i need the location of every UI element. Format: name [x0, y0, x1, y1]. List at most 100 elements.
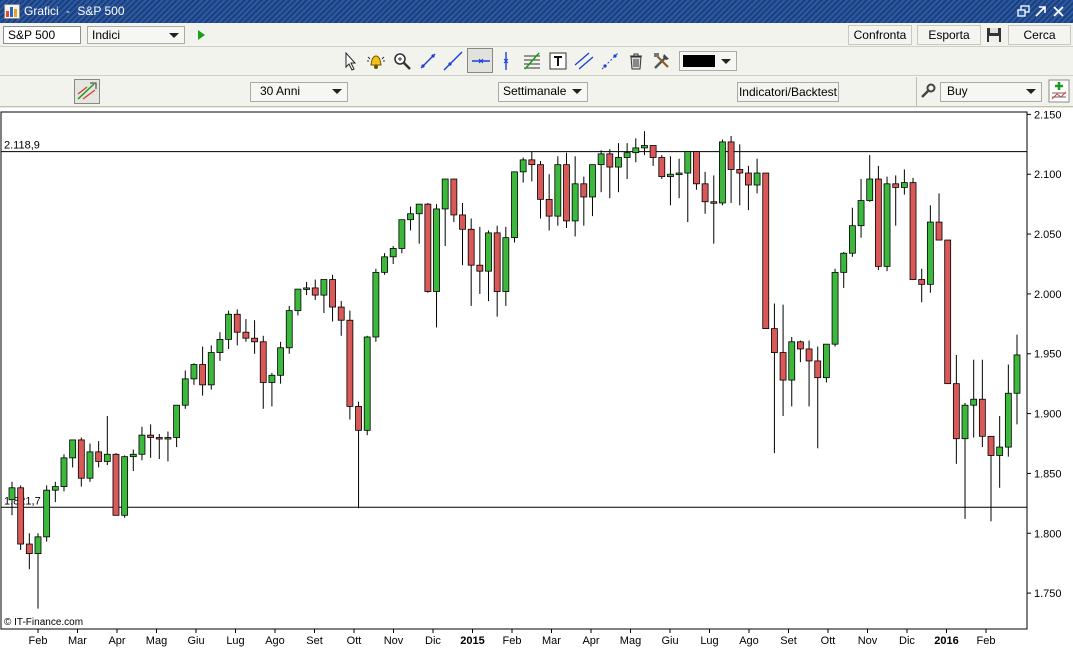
candle-body — [502, 237, 510, 292]
tools-settings-icon[interactable] — [651, 50, 673, 72]
x-tick-label: Nov — [384, 635, 404, 647]
candle-body — [970, 398, 978, 406]
drawing-toolbar — [0, 47, 1073, 76]
candle-body — [537, 164, 544, 200]
candle-body — [476, 264, 484, 272]
candle-body — [710, 201, 718, 204]
alert-bell-icon[interactable] — [365, 50, 387, 72]
candle-body — [961, 404, 969, 440]
candle-body — [797, 341, 804, 350]
candle-body — [459, 214, 466, 230]
candle-body — [164, 437, 172, 440]
candle-body — [294, 288, 302, 312]
candle-body — [77, 439, 85, 479]
x-tick-label: Giu — [661, 635, 678, 647]
indicators-button[interactable]: Indicatori/Backtest — [737, 82, 839, 102]
zoom-icon[interactable] — [391, 50, 413, 72]
candle-body — [467, 228, 475, 266]
candle-body — [363, 336, 371, 431]
restore-icon[interactable] — [1016, 4, 1031, 19]
candle-body — [441, 178, 449, 210]
trendline-icon[interactable] — [417, 50, 439, 72]
chevron-down-icon — [332, 89, 342, 94]
play-icon[interactable] — [198, 30, 205, 40]
candle-body — [147, 434, 155, 438]
candle-body — [277, 347, 284, 376]
candle-body — [892, 183, 900, 188]
pointer-icon[interactable] — [340, 50, 362, 72]
x-tick-label: Feb — [29, 635, 48, 647]
y-tick-label: 2.100 — [1034, 169, 1062, 181]
drawing-tools-toggle-icon[interactable] — [74, 79, 100, 104]
x-tick-label: Feb — [977, 635, 996, 647]
candle-body — [225, 313, 232, 340]
close-icon[interactable] — [1051, 4, 1066, 19]
candle-body — [129, 453, 137, 458]
x-tick-label: Mar — [542, 635, 561, 647]
candle-body — [355, 406, 362, 431]
candle-body — [285, 310, 293, 349]
candle-body — [900, 182, 908, 188]
candle-body — [918, 279, 926, 285]
candle-body — [51, 486, 59, 491]
candle-body — [389, 248, 397, 258]
chevron-down-icon — [169, 33, 179, 38]
candle-body — [641, 145, 648, 149]
candle-body — [381, 256, 388, 273]
x-tick-label: Mag — [620, 635, 641, 647]
horizontal-line-icon[interactable] — [467, 48, 493, 73]
save-icon[interactable] — [986, 27, 1002, 43]
y-tick-label: 1.750 — [1034, 588, 1062, 600]
text-tool-icon[interactable] — [547, 50, 569, 72]
y-tick-label: 1.800 — [1034, 528, 1062, 540]
range-select[interactable]: 30 Anni — [250, 82, 348, 102]
candle-body — [658, 157, 666, 178]
export-button[interactable]: Esporta — [917, 25, 981, 45]
candle-body — [8, 487, 16, 501]
x-tick-label: Apr — [582, 635, 599, 647]
x-tick-label: Lug — [226, 635, 244, 647]
y-tick-label: 1.950 — [1034, 349, 1062, 361]
fibonacci-icon[interactable] — [521, 50, 543, 72]
x-tick-label: 2016 — [934, 635, 958, 647]
trash-icon[interactable] — [625, 50, 647, 72]
candle-body — [745, 172, 752, 186]
y-tick-label: 2.050 — [1034, 229, 1062, 241]
candle-body — [874, 178, 882, 267]
candle-body — [407, 213, 414, 221]
watermark: © IT-Finance.com — [4, 617, 83, 628]
candle-body — [233, 313, 241, 333]
chart-area[interactable]: 2.118,91.821,7 2.1502.1002.0502.0001.950… — [0, 108, 1073, 650]
compare-button[interactable]: Confronta — [848, 25, 912, 45]
candlestick-chart[interactable]: 2.118,91.821,7 2.1502.1002.0502.0001.950… — [0, 108, 1073, 650]
backtest-add-icon[interactable] — [1048, 79, 1070, 103]
candle-body — [199, 364, 207, 386]
candle-body — [771, 328, 778, 353]
symbol-input[interactable] — [3, 26, 81, 44]
candle-body — [207, 352, 215, 386]
candle-body — [684, 151, 692, 174]
strategy-select[interactable]: Buy — [940, 82, 1042, 102]
window-title: Grafici - S&P 500 — [24, 4, 125, 18]
vertical-line-icon[interactable] — [495, 50, 517, 72]
candle-body — [155, 437, 163, 440]
parallel-channel-icon[interactable] — [573, 50, 595, 72]
candle-body — [753, 172, 761, 186]
line-color-select[interactable] — [679, 51, 737, 71]
ray-line-icon[interactable] — [442, 50, 464, 72]
color-swatch — [683, 55, 715, 67]
search-button[interactable]: Cerca — [1008, 25, 1071, 45]
candle-body — [493, 232, 501, 292]
market-select[interactable]: Indici — [87, 26, 185, 44]
candle-body — [17, 487, 25, 545]
candle-body — [25, 543, 33, 555]
x-tick-label: Dic — [425, 635, 441, 647]
interval-select[interactable]: Settimanale — [498, 82, 588, 102]
regression-channel-icon[interactable] — [599, 50, 621, 72]
candle-body — [935, 221, 943, 241]
candle-body — [121, 456, 129, 516]
candle-body — [554, 164, 562, 217]
maximize-icon[interactable] — [1033, 4, 1048, 19]
wrench-icon[interactable] — [920, 83, 936, 99]
candle-body — [511, 171, 518, 239]
